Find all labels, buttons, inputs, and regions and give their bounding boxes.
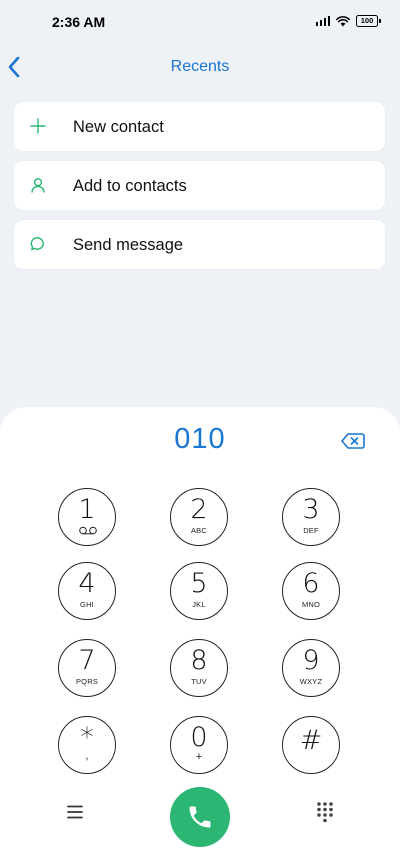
key-5[interactable]: 5 JKL: [170, 562, 228, 620]
dialer-screen: 2:36 AM 100 Recents New contact Add to c…: [0, 0, 400, 866]
new-contact-label: New contact: [73, 118, 164, 136]
key-7[interactable]: 7 PQRS: [58, 639, 116, 697]
key-2[interactable]: 2 ABC: [170, 488, 228, 546]
key-digit: 8: [190, 645, 208, 676]
key-digit: 2: [190, 494, 208, 525]
menu-button[interactable]: [64, 803, 86, 821]
status-bar: 2:36 AM 100: [0, 0, 400, 44]
key-1[interactable]: 1: [58, 488, 116, 546]
key-digit: 6: [302, 568, 320, 599]
send-message-label: Send message: [73, 236, 184, 254]
key-digit: 9: [302, 645, 320, 676]
key-digit: 0: [190, 722, 208, 753]
key-star[interactable]: * ,: [58, 716, 116, 774]
key-letters: GHI: [80, 600, 94, 609]
keypad-grid-icon: [317, 802, 333, 823]
backspace-icon: [341, 433, 365, 449]
header: Recents: [0, 44, 400, 92]
key-letters: TUV: [191, 677, 207, 686]
key-digit: 7: [78, 645, 96, 676]
key-digit: 3: [302, 494, 320, 525]
message-bubble-icon: [28, 234, 48, 254]
key-digit: 5: [190, 568, 208, 599]
key-letters: MNO: [301, 600, 321, 609]
key-letters: WXYZ: [299, 677, 323, 686]
key-4[interactable]: 4 GHI: [58, 562, 116, 620]
phone-icon: [189, 806, 211, 828]
add-to-contacts-label: Add to contacts: [73, 177, 187, 195]
keypad-toggle-button[interactable]: [314, 800, 336, 824]
send-message-button[interactable]: Send message: [14, 220, 385, 269]
page-title: Recents: [170, 58, 230, 75]
key-0[interactable]: 0 +: [170, 716, 228, 774]
voicemail-icon: [79, 526, 97, 535]
call-button[interactable]: [170, 787, 230, 847]
key-letters: PQRS: [75, 677, 99, 686]
key-9[interactable]: 9 WXYZ: [282, 639, 340, 697]
menu-icon: [67, 805, 83, 819]
status-icons: 100: [315, 15, 381, 27]
add-to-contacts-button[interactable]: Add to contacts: [14, 161, 385, 210]
key-digit: #: [299, 725, 323, 756]
key-3[interactable]: 3 DEF: [282, 488, 340, 546]
key-letters: ABC: [190, 526, 208, 535]
key-8[interactable]: 8 TUV: [170, 639, 228, 697]
person-icon: [28, 175, 48, 195]
key-digit: *: [80, 722, 94, 753]
key-hash[interactable]: #: [282, 716, 340, 774]
signal-icon: [315, 16, 330, 26]
key-letters: +: [195, 751, 203, 763]
key-letters: DEF: [303, 526, 319, 535]
new-contact-button[interactable]: New contact: [14, 102, 385, 151]
key-6[interactable]: 6 MNO: [282, 562, 340, 620]
key-letters: ,: [85, 750, 89, 762]
key-digit: 1: [78, 494, 96, 525]
dialer-panel: 010 1 2 ABC 3 DEF 4 GHI 5 JKL 6 MNO 7 PQ…: [0, 407, 400, 866]
wifi-icon: [336, 15, 350, 26]
status-time: 2:36 AM: [52, 14, 106, 30]
plus-icon: [28, 116, 48, 136]
key-letters: JKL: [192, 600, 206, 609]
key-digit: 4: [78, 568, 96, 599]
battery-icon: 100: [356, 15, 381, 27]
backspace-button[interactable]: [340, 431, 366, 451]
